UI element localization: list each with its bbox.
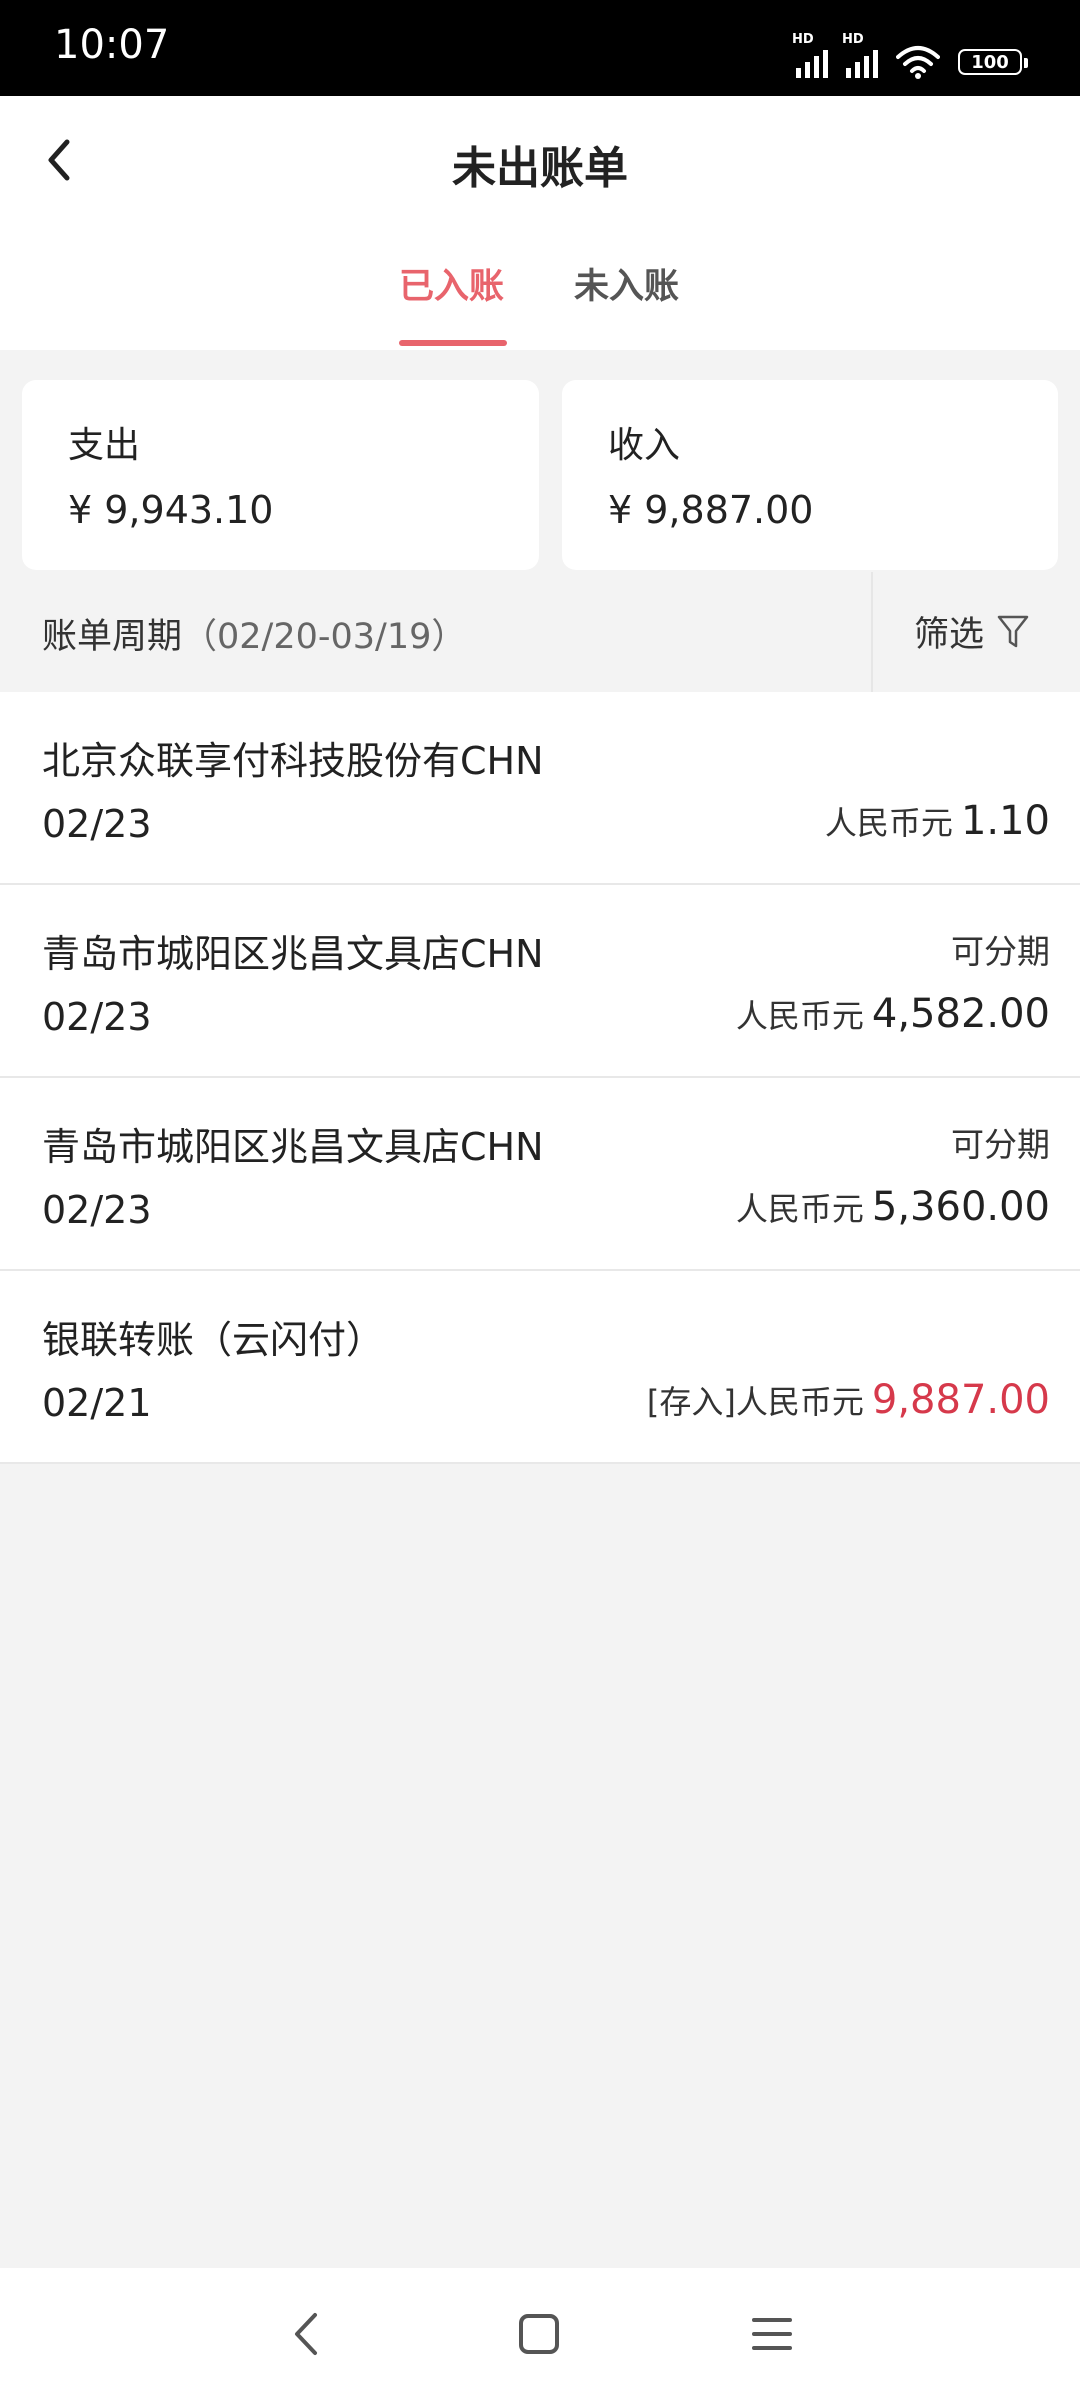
merchant-name: 北京众联享付科技股份有CHN [42, 739, 544, 783]
installment-tag[interactable]: 可分期 [951, 925, 1050, 973]
status-time: 10:07 [54, 22, 170, 68]
transaction-date: 02/21 [42, 1381, 152, 1425]
income-card: 收入 ¥ 9,887.00 [562, 380, 1058, 570]
page-title: 未出账单 [452, 143, 628, 194]
currency-label: 人民币元 [735, 1190, 864, 1228]
transaction-amount: [存入]人民币元 9,887.00 [647, 1377, 1050, 1423]
signal-icon: HD [792, 32, 828, 78]
battery-level: 100 [971, 51, 1009, 73]
signal-icon: HD [842, 32, 878, 78]
nav-menu-icon [752, 2318, 792, 2350]
transaction-amount: 人民币元 1.10 [825, 798, 1050, 844]
currency-label: 人民币元 [735, 997, 864, 1035]
billing-period-label: 账单周期 [42, 617, 183, 657]
transaction-amount: 人民币元 5,360.00 [736, 1184, 1050, 1230]
nav-home-icon [519, 2314, 559, 2354]
filter-label: 筛选 [914, 615, 985, 655]
transaction-date: 02/23 [42, 802, 152, 846]
filter-button[interactable]: 筛选 [914, 606, 1030, 657]
wifi-icon [896, 46, 940, 79]
transaction-row[interactable]: 银联转账（云闪付） 02/21 [存入]人民币元 9,887.00 [0, 1271, 1080, 1464]
nav-home-button[interactable] [507, 2302, 571, 2366]
amount-value: 5,360.00 [871, 1184, 1050, 1230]
expense-amount: ¥ 9,943.10 [68, 488, 274, 532]
header: 未出账单 已入账 未入账 [0, 96, 1080, 350]
income-amount: ¥ 9,887.00 [608, 488, 814, 532]
divider [871, 572, 873, 692]
installment-tag[interactable]: 可分期 [951, 1118, 1050, 1166]
transaction-date: 02/23 [42, 1188, 152, 1232]
amount-value: 9,887.00 [871, 1377, 1050, 1423]
transaction-row[interactable]: 青岛市城阳区兆昌文具店CHN 02/23 可分期 人民币元 5,360.00 [0, 1078, 1080, 1271]
transaction-row[interactable]: 青岛市城阳区兆昌文具店CHN 02/23 可分期 人民币元 4,582.00 [0, 885, 1080, 1078]
status-icons: HD HD 100 [792, 32, 1028, 84]
currency-label: [存入]人民币元 [646, 1383, 864, 1421]
transaction-row[interactable]: 北京众联享付科技股份有CHN 02/23 人民币元 1.10 [0, 692, 1080, 885]
income-label: 收入 [608, 425, 681, 466]
amount-value: 1.10 [960, 798, 1050, 844]
nav-back-button[interactable] [274, 2302, 338, 2366]
nav-back-icon [295, 2313, 317, 2355]
transaction-date: 02/23 [42, 995, 152, 1039]
nav-menu-button[interactable] [740, 2302, 804, 2366]
filter-icon [997, 615, 1029, 647]
amount-value: 4,582.00 [871, 991, 1050, 1037]
billing-period-range: （02/20-03/19） [182, 617, 467, 657]
merchant-name: 银联转账（云闪付） [42, 1318, 385, 1362]
billing-period-bar: 账单周期（02/20-03/19） 筛选 [0, 572, 1080, 692]
merchant-name: 青岛市城阳区兆昌文具店CHN [42, 932, 544, 976]
merchant-name: 青岛市城阳区兆昌文具店CHN [42, 1125, 544, 1169]
tab-bar: 已入账 未入账 [0, 248, 1080, 350]
tab-indicator [399, 340, 507, 346]
tab-posted[interactable]: 已入账 [399, 258, 504, 309]
system-nav-bar [0, 2268, 1080, 2400]
transaction-list: 北京众联享付科技股份有CHN 02/23 人民币元 1.10 青岛市城阳区兆昌文… [0, 692, 1080, 1464]
transaction-amount: 人民币元 4,582.00 [736, 991, 1050, 1037]
status-bar: 10:07 HD HD 100 [0, 0, 1080, 96]
battery-icon: 100 [958, 49, 1028, 75]
expense-card: 支出 ¥ 9,943.10 [22, 380, 539, 570]
currency-label: 人民币元 [824, 804, 953, 842]
tab-pending[interactable]: 未入账 [574, 258, 679, 309]
expense-label: 支出 [68, 425, 141, 466]
billing-period: 账单周期（02/20-03/19） [42, 608, 466, 659]
